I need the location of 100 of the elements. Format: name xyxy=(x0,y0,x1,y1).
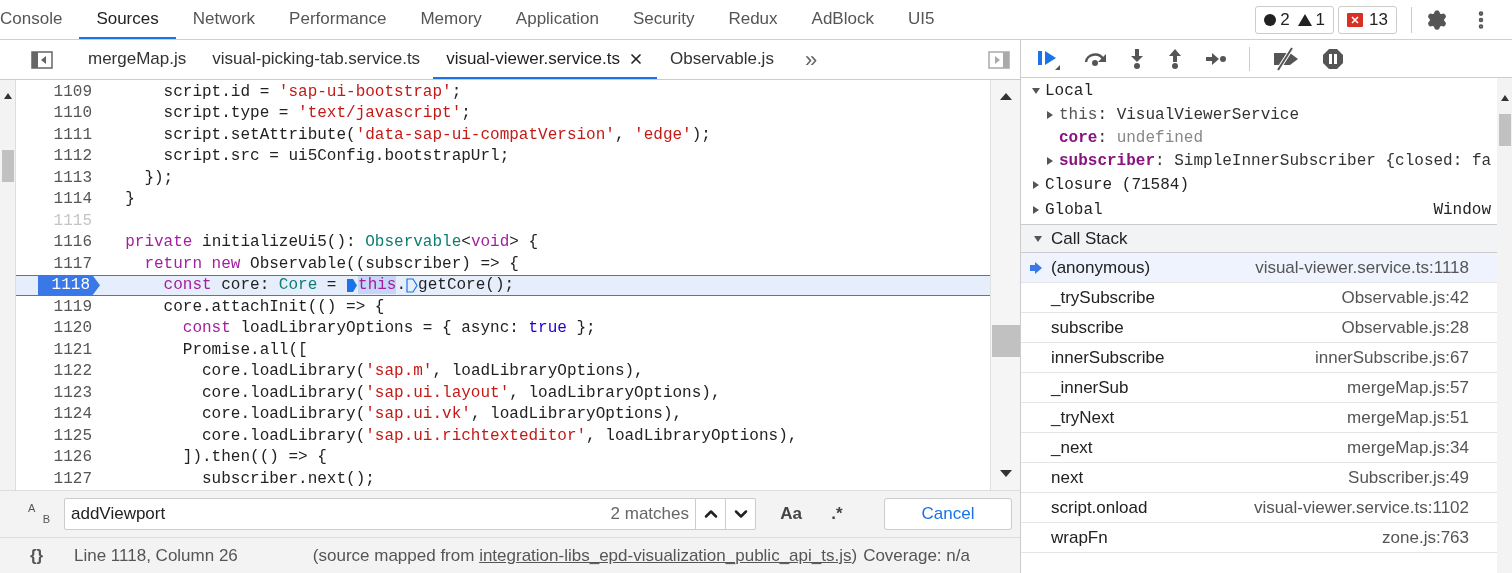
code-text: return new Observable((subscriber) => { xyxy=(143,253,519,275)
scroll-down-icon[interactable] xyxy=(998,469,1013,478)
file-tab[interactable]: Observable.js xyxy=(656,40,787,79)
scrollbar-thumb[interactable] xyxy=(991,325,1020,357)
file-tab[interactable]: visual-picking-tab.service.ts xyxy=(199,40,434,79)
line-number[interactable]: 1109 xyxy=(53,80,92,104)
scope-label[interactable]: Global xyxy=(1045,197,1103,222)
warning-count: 1 xyxy=(1315,8,1326,31)
variable-entry[interactable]: core: undefined xyxy=(1059,126,1204,149)
expanded-triangle-icon[interactable] xyxy=(1031,85,1041,96)
frame-location: Observable.js:28 xyxy=(1341,316,1469,339)
code-text: core.loadLibrary('sap.ui.layout', loadLibraryOptions), xyxy=(201,382,721,404)
breakpoint-marker-icon[interactable] xyxy=(406,277,419,293)
line-number[interactable]: 1119 xyxy=(53,294,92,319)
panel-tab[interactable]: Redux xyxy=(711,0,795,39)
collapsed-triangle-icon[interactable] xyxy=(1045,109,1055,120)
scope-value: Window xyxy=(1433,199,1492,221)
code-text: const core: Core = xyxy=(162,275,338,297)
panel-tab[interactable]: Performance xyxy=(272,0,404,39)
frame-name: script.onload xyxy=(1051,496,1148,519)
frame-location: mergeMap.js:34 xyxy=(1347,436,1469,459)
expanded-triangle-icon[interactable] xyxy=(1033,233,1043,244)
search-field[interactable]: addViewport 2 matches xyxy=(64,498,756,530)
pause-on-exceptions-icon[interactable] xyxy=(1322,47,1344,70)
panel-tab[interactable]: Security xyxy=(616,0,712,39)
frame-name: subscribe xyxy=(1051,316,1124,339)
frame-name: wrapFn xyxy=(1051,526,1108,549)
frame-name: (anonymous) xyxy=(1051,256,1151,279)
match-count: 2 matches xyxy=(610,503,690,526)
issue-count: 13 xyxy=(1369,8,1388,31)
panel-tab[interactable]: UI5 xyxy=(890,0,952,39)
code-text: const loadLibraryOptions = { async: true }; xyxy=(181,318,596,340)
frame-location: mergeMap.js:51 xyxy=(1347,406,1469,429)
warning-triangle-icon xyxy=(1297,13,1312,26)
collapsed-triangle-icon[interactable] xyxy=(1031,179,1041,190)
code-text: subscriber.next(); xyxy=(201,468,375,490)
file-tab[interactable]: visual-viewer.service.ts xyxy=(433,40,657,79)
file-tab[interactable]: mergeMap.js xyxy=(75,40,200,79)
code-text: core.loadLibrary('sap.m', loadLibraryOptions), xyxy=(201,361,644,383)
debugger-toggle-icon[interactable] xyxy=(988,50,1010,69)
scrollbar-thumb[interactable] xyxy=(1498,114,1511,146)
step-icon[interactable] xyxy=(1205,51,1227,66)
panel-tab[interactable]: Memory xyxy=(403,0,499,39)
frame-location: mergeMap.js:57 xyxy=(1347,376,1469,399)
step-into-icon[interactable] xyxy=(1129,47,1145,70)
panel-tab[interactable]: Console xyxy=(0,0,80,39)
code-text: core.attachInit(() => { xyxy=(162,296,385,318)
settings-icon[interactable] xyxy=(1426,8,1448,31)
panel-tab[interactable]: Application xyxy=(498,0,616,39)
frame-name: _tryNext xyxy=(1051,406,1115,429)
code-text: core.loadLibrary('sap.ui.richtexteditor', loadLibraryOptions), xyxy=(201,425,798,447)
frame-location: visual-viewer.service.ts:1102 xyxy=(1253,496,1469,519)
scope-label[interactable]: Local xyxy=(1045,78,1093,103)
collapsed-triangle-icon[interactable] xyxy=(1045,155,1055,166)
frame-location: Subscriber.js:49 xyxy=(1348,466,1469,489)
error-count: 2 xyxy=(1280,8,1290,31)
section-title[interactable]: Call Stack xyxy=(1051,225,1128,252)
step-out-icon[interactable] xyxy=(1167,47,1183,70)
panel-tab[interactable]: Network xyxy=(175,0,273,39)
more-tabs-button[interactable]: » xyxy=(804,43,818,76)
code-text: script.type = 'text/javascript'; xyxy=(162,103,471,125)
scroll-up-icon[interactable] xyxy=(1499,94,1510,102)
issue-icon xyxy=(1347,12,1364,27)
match-case-button[interactable]: Aa xyxy=(772,501,810,527)
cancel-button[interactable]: Cancel xyxy=(884,498,1012,530)
code-text: }); xyxy=(143,167,174,189)
call-frame[interactable]: (anonymous) visual-viewer.service.ts:1118 xyxy=(1021,253,1497,283)
source-link[interactable]: integration-libs_epd-visualization_public_api_ts.js xyxy=(479,545,852,565)
collapsed-triangle-icon[interactable] xyxy=(1031,204,1041,215)
source-map-info: (source mapped from integration-libs_epd-visualization_public_api_ts.js) xyxy=(312,544,858,567)
current-frame-arrow-icon xyxy=(1030,261,1042,274)
replace-toggle-icon[interactable]: A B xyxy=(28,503,50,525)
code-text: } xyxy=(124,189,135,211)
code-text: script.setAttribute('data-sap-ui-compatVersion', 'edge'); xyxy=(162,124,711,146)
frame-name: _trySubscribe xyxy=(1051,286,1155,309)
frame-name: _next xyxy=(1051,436,1093,459)
scroll-up-icon[interactable] xyxy=(998,92,1013,101)
scrollbar-thumb[interactable] xyxy=(1,150,14,182)
panel-tab[interactable]: AdBlock xyxy=(794,0,891,39)
scroll-up-icon[interactable] xyxy=(2,92,13,100)
pretty-print-button[interactable]: {} xyxy=(30,542,54,569)
variable-entry[interactable]: subscriber: SimpleInnerSubscriber {closed: fa xyxy=(1059,149,1492,172)
regex-button[interactable]: .* xyxy=(818,501,856,527)
navigator-toggle-icon[interactable] xyxy=(31,50,53,69)
search-input[interactable]: addViewport xyxy=(71,501,611,527)
issues-counter[interactable]: 13 xyxy=(1338,5,1397,34)
line-number[interactable]: 1118 xyxy=(37,275,100,296)
message-counter[interactable]: 2 1 xyxy=(1255,5,1335,34)
error-dot-icon xyxy=(1264,13,1277,26)
frame-location: Observable.js:42 xyxy=(1341,286,1469,309)
frame-location: visual-viewer.service.ts:1118 xyxy=(1255,256,1469,279)
scope-label[interactable]: Closure (71584) xyxy=(1045,172,1190,197)
deactivate-breakpoints-icon[interactable] xyxy=(1272,46,1300,71)
frame-location: zone.js:763 xyxy=(1382,526,1469,549)
frame-name: next xyxy=(1051,466,1084,489)
variable-entry[interactable]: this: VisualViewerService xyxy=(1059,103,1300,126)
code-text: ]).then(() => { xyxy=(181,447,327,469)
code-text: core.loadLibrary('sap.ui.vk', loadLibraryOptions), xyxy=(201,404,683,426)
cursor-position: Line 1118, Column 26 xyxy=(74,544,238,567)
code-text: script.id = 'sap-ui-bootstrap'; xyxy=(162,81,462,103)
